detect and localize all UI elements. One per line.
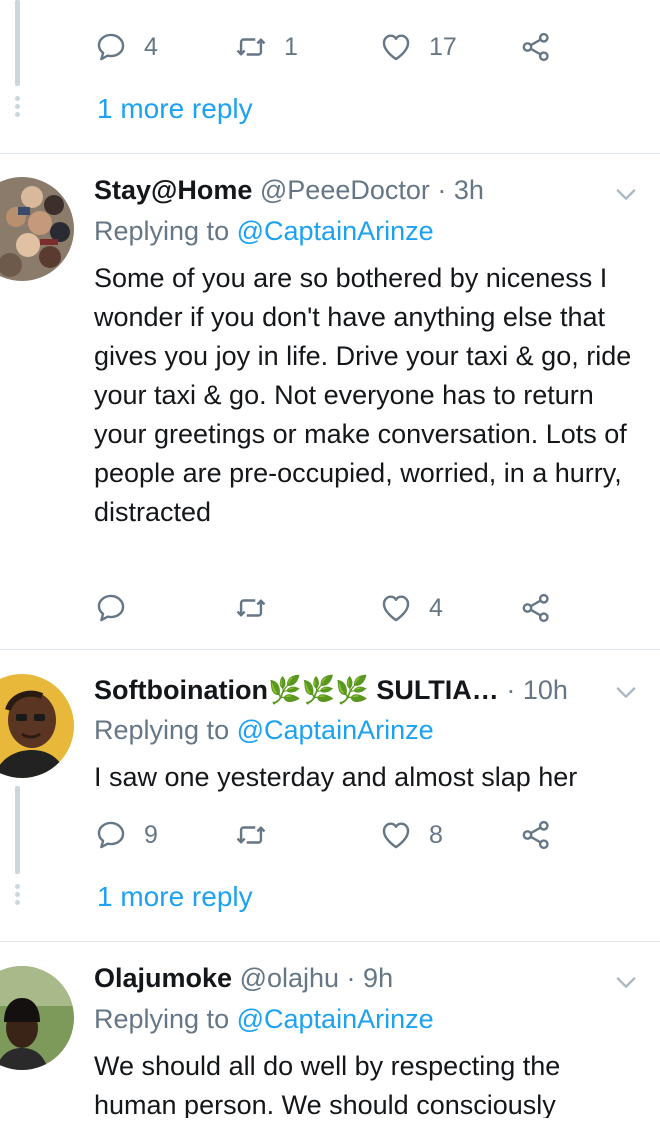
tweet-actions: 9 8 [94, 815, 564, 855]
reply-button[interactable]: 9 [94, 815, 158, 855]
divider [0, 153, 660, 154]
heart-icon [379, 30, 413, 64]
retweet-count: 1 [284, 32, 298, 61]
timestamp[interactable]: 3h [454, 175, 484, 205]
mention-link[interactable]: @CaptainArinze [237, 216, 434, 246]
user-handle[interactable]: @PeeeDoctor [260, 175, 430, 205]
chevron-down-icon[interactable] [612, 180, 640, 208]
replying-to: Replying to @CaptainArinze [94, 216, 434, 247]
replying-prefix: Replying to [94, 715, 230, 745]
share-icon [519, 818, 553, 852]
tweet-text: We should all do well by respecting the … [94, 1051, 561, 1120]
bottom-fade [0, 1118, 660, 1148]
divider [0, 649, 660, 650]
thread-line [15, 0, 20, 86]
reply-count: 4 [144, 32, 158, 61]
reply-icon [94, 591, 128, 625]
replying-prefix: Replying to [94, 1004, 230, 1034]
tweet-header: Softboination🌿🌿🌿 SULTIA… · 10h [94, 675, 568, 705]
share-button[interactable] [519, 815, 553, 855]
share-button[interactable] [519, 588, 553, 628]
like-button[interactable]: 4 [379, 588, 443, 628]
user-handle[interactable]: @olajhu [240, 963, 339, 993]
tweet-actions: 4 [94, 588, 564, 628]
retweet-icon [234, 818, 268, 852]
timestamp[interactable]: 9h [363, 963, 393, 993]
tweet-header: Olajumoke @olajhu · 9h [94, 963, 394, 993]
reply-icon [94, 30, 128, 64]
retweet-icon [234, 30, 268, 64]
thread-line [15, 786, 20, 874]
share-icon [519, 591, 553, 625]
like-count: 17 [429, 32, 457, 61]
share-button[interactable] [519, 27, 553, 67]
replying-prefix: Replying to [94, 216, 230, 246]
divider [0, 941, 660, 942]
mention-link[interactable]: @CaptainArinze [237, 715, 434, 745]
tweet-header: Stay@Home @PeeeDoctor · 3h [94, 175, 484, 205]
display-name[interactable]: Stay@Home [94, 175, 252, 205]
display-name[interactable]: Olajumoke [94, 963, 232, 993]
chevron-down-icon[interactable] [612, 678, 640, 706]
thread-dots [14, 96, 21, 120]
more-reply-link[interactable]: 1 more reply [97, 93, 253, 125]
replying-to: Replying to @CaptainArinze [94, 715, 434, 746]
tweet-actions: 4 1 17 [94, 27, 564, 67]
retweet-button[interactable]: 1 [234, 27, 298, 67]
mention-link[interactable]: @CaptainArinze [237, 1004, 434, 1034]
retweet-icon [234, 591, 268, 625]
tweet-text: Some of you are so bothered by niceness … [94, 263, 632, 527]
more-reply-link[interactable]: 1 more reply [97, 881, 253, 913]
retweet-button[interactable] [234, 815, 284, 855]
retweet-button[interactable] [234, 588, 284, 628]
avatar[interactable] [0, 177, 74, 281]
display-name[interactable]: Softboination🌿🌿🌿 SULTIA… [94, 675, 499, 705]
reply-count: 9 [144, 820, 158, 849]
avatar[interactable] [0, 966, 74, 1070]
like-count: 8 [429, 820, 443, 849]
reply-button[interactable] [94, 588, 144, 628]
chevron-down-icon[interactable] [612, 968, 640, 996]
like-button[interactable]: 17 [379, 27, 457, 67]
reply-button[interactable]: 4 [94, 27, 158, 67]
thread-dots [14, 884, 21, 908]
timestamp[interactable]: 10h [523, 675, 568, 705]
heart-icon [379, 591, 413, 625]
reply-icon [94, 818, 128, 852]
like-count: 4 [429, 593, 443, 622]
replying-to: Replying to @CaptainArinze [94, 1004, 434, 1035]
avatar[interactable] [0, 674, 74, 778]
tweet-text: I saw one yesterday and almost slap her [94, 762, 578, 792]
share-icon [519, 30, 553, 64]
heart-icon [379, 818, 413, 852]
like-button[interactable]: 8 [379, 815, 443, 855]
